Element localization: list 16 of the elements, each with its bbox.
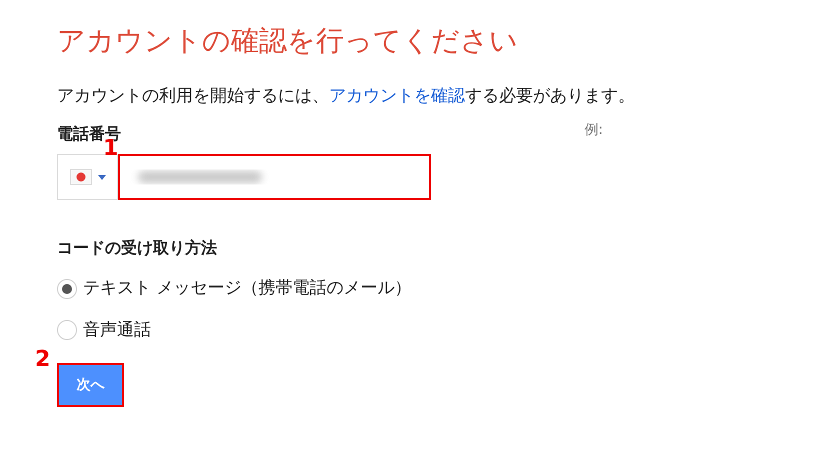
next-button[interactable]: 次へ [57, 363, 124, 407]
example-label: 例: [584, 121, 603, 140]
radio-button[interactable] [57, 278, 77, 299]
intro-text: アカウントの利用を開始するには、アカウントを確認する必要があります。 [57, 85, 635, 108]
section-label: コードの受け取り方法 [57, 237, 217, 259]
option-label: 音声通話 [83, 318, 151, 342]
phone-field[interactable] [118, 154, 431, 200]
option-label: テキスト メッセージ（携帯電話のメール） [83, 277, 412, 300]
flag-icon [70, 169, 92, 185]
callout-number: 2 [35, 349, 50, 371]
field-label: 電話番号 [57, 123, 121, 143]
caret-icon [98, 174, 106, 180]
page-title: アカウントの確認を行ってください [57, 23, 518, 59]
verify-link[interactable]: アカウントを確認 [329, 86, 465, 106]
country-dropdown[interactable] [57, 154, 118, 200]
radio-button[interactable] [57, 320, 77, 340]
